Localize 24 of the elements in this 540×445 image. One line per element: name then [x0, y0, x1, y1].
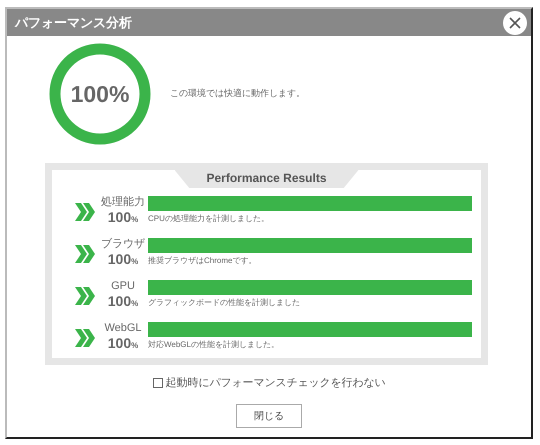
chevron-icon: [74, 244, 96, 264]
status-message: この環境では快適に動作します。: [170, 88, 305, 100]
result-name: ブラウザ: [101, 238, 145, 251]
checkbox-label[interactable]: 起動時にパフォーマンスチェックを行わない: [166, 375, 386, 390]
chevron-icon: [74, 328, 96, 348]
panel-heading: Performance Results: [174, 170, 358, 188]
result-note: 推奨ブラウザはChromeです。: [148, 255, 258, 266]
result-name: 処理能力: [101, 196, 145, 209]
result-name: GPU: [111, 280, 135, 293]
chevron-icon: [74, 286, 96, 306]
result-name: WebGL: [104, 322, 142, 335]
result-note: CPUの処理能力を計測しました。: [148, 213, 270, 224]
chevron-icon: [74, 202, 96, 222]
result-percent: 100%: [108, 251, 138, 269]
close-button[interactable]: [503, 10, 527, 34]
result-percent: 100%: [108, 335, 138, 353]
window-title: パフォーマンス分析: [15, 14, 132, 32]
result-note: グラフィックボードの性能を計測しました: [148, 297, 301, 308]
close-icon: [509, 16, 521, 28]
checkbox[interactable]: [152, 378, 162, 388]
close-dialog-button[interactable]: 閉じる: [236, 404, 302, 428]
result-percent: 100%: [108, 209, 138, 227]
result-note: 対応WebGLの性能を計測しました。: [148, 339, 280, 350]
result-percent: 100%: [108, 293, 138, 311]
